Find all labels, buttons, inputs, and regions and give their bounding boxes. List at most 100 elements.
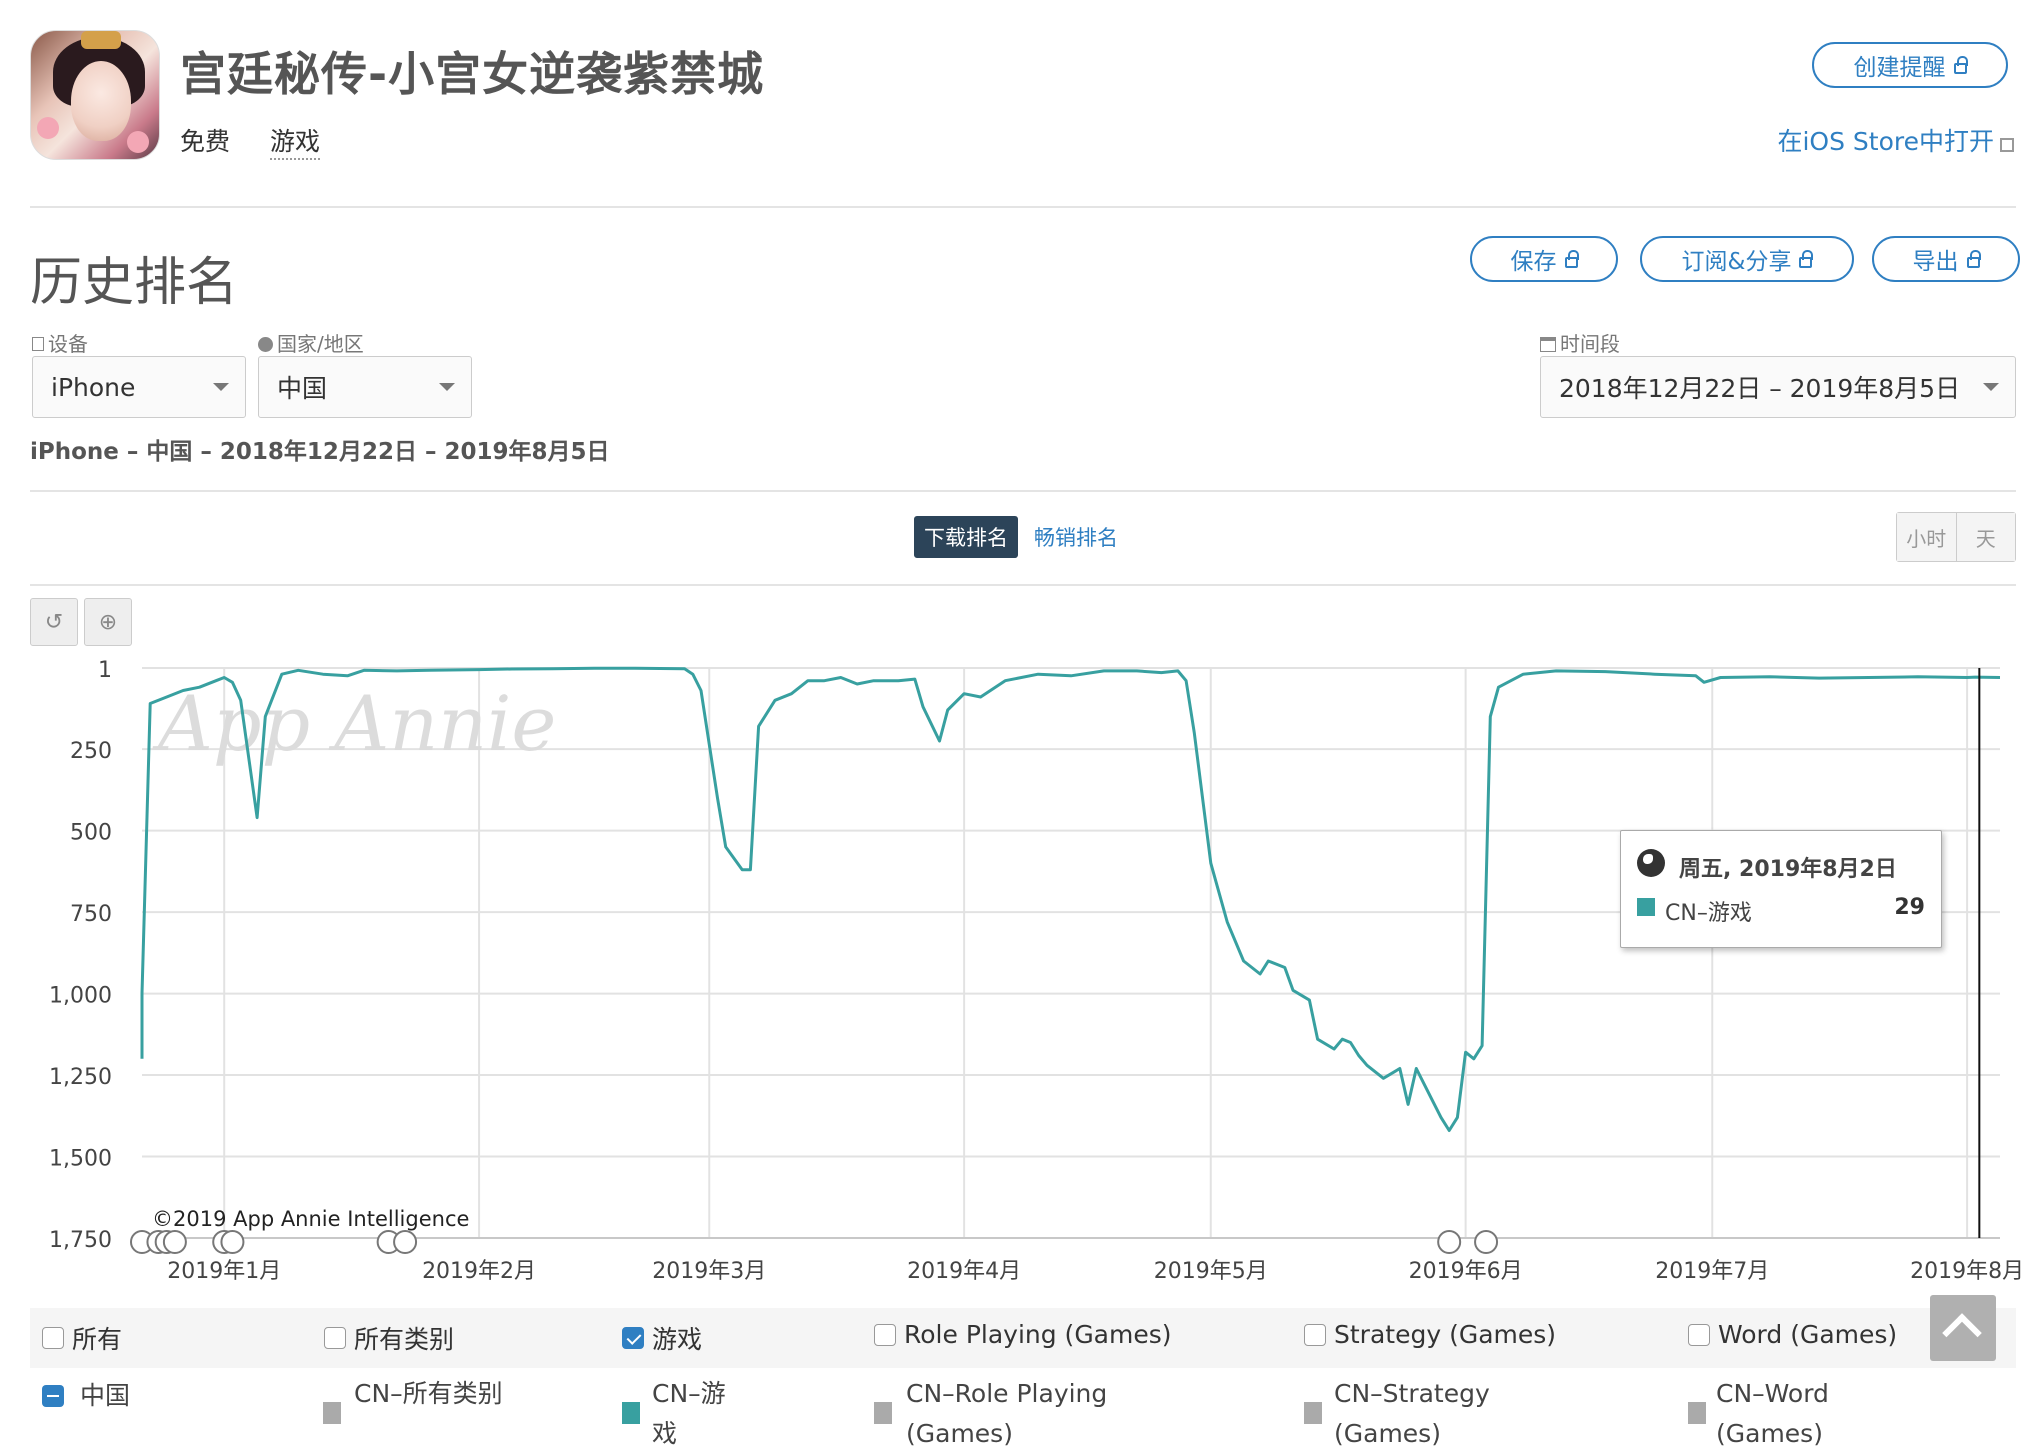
tab-download-rank[interactable]: 下载排名	[914, 516, 1018, 558]
period-value: 2018年12月22日 – 2019年8月5日	[1559, 369, 1960, 405]
calendar-icon	[1540, 337, 1556, 352]
series-cn-role-playing[interactable]: CN–Role Playing (Games)	[906, 1374, 1136, 1454]
checkbox[interactable]	[324, 1327, 346, 1349]
granularity-toggle: 小时 天	[1896, 512, 2016, 562]
legend-role-playing-label: Role Playing (Games)	[904, 1320, 1172, 1349]
x-tick-label: 2019年7月	[1655, 1259, 1769, 1284]
lock-icon	[1565, 257, 1578, 268]
app-icon-flower	[127, 131, 149, 153]
legend-games-label: 游戏	[652, 1320, 702, 1356]
chart-subtitle: iPhone – 中国 – 2018年12月22日 – 2019年8月5日	[30, 432, 609, 466]
globe-icon	[1637, 849, 1665, 877]
y-tick-label: 250	[70, 739, 112, 764]
reset-zoom-button[interactable]: ↺	[30, 598, 78, 646]
granularity-hour[interactable]: 小时	[1897, 513, 1956, 561]
y-tick-label: 1,250	[49, 1065, 112, 1090]
event-marker-icon	[221, 1231, 243, 1253]
save-label: 保存	[1511, 242, 1557, 276]
series-swatch[interactable]	[1688, 1402, 1706, 1424]
legend-country: 中国	[80, 1376, 130, 1416]
series-cn-word[interactable]: CN–Word (Games)	[1716, 1374, 1876, 1454]
country-collapse-toggle[interactable]	[42, 1385, 64, 1407]
event-marker-icon	[394, 1231, 416, 1253]
checkbox[interactable]	[874, 1324, 896, 1346]
zoom-icon: ⊕	[99, 610, 117, 635]
granularity-day[interactable]: 天	[1956, 513, 2016, 561]
y-tick-label: 1,750	[49, 1228, 112, 1253]
legend-all-label: 所有	[72, 1320, 122, 1356]
checkbox[interactable]	[1304, 1324, 1326, 1346]
zoom-button[interactable]: ⊕	[84, 598, 132, 646]
legend-all-categories[interactable]: 所有类别	[324, 1320, 454, 1356]
chevron-down-icon	[213, 383, 229, 391]
app-icon	[30, 30, 160, 160]
tooltip-value: 29	[1894, 895, 1925, 920]
lock-icon	[1954, 63, 1967, 74]
series-swatch[interactable]	[323, 1402, 341, 1424]
event-marker-icon	[1475, 1231, 1497, 1253]
device-value: iPhone	[51, 373, 135, 402]
checkbox-checked[interactable]	[622, 1327, 644, 1349]
legend-word[interactable]: Word (Games)	[1688, 1320, 1897, 1349]
series-cn-all[interactable]: CN–所有类别	[354, 1374, 504, 1414]
globe-icon	[258, 337, 273, 352]
x-tick-label: 2019年5月	[1154, 1259, 1268, 1284]
tooltip-date: 周五, 2019年8月2日	[1679, 851, 1897, 883]
legend-strategy-label: Strategy (Games)	[1334, 1320, 1556, 1349]
lock-icon	[1967, 257, 1980, 268]
series-cn-strategy[interactable]: CN–Strategy (Games)	[1334, 1374, 1534, 1454]
app-category-link[interactable]: 游戏	[270, 122, 320, 160]
legend-all[interactable]: 所有	[42, 1320, 122, 1356]
reset-icon: ↺	[45, 610, 63, 635]
watermark: App Annie	[152, 679, 556, 768]
lock-icon	[1799, 257, 1812, 268]
app-title: 宫廷秘传-小宫女逆袭紫禁城	[180, 38, 764, 104]
y-tick-label: 1,000	[49, 984, 112, 1009]
device-select[interactable]: iPhone	[32, 356, 246, 418]
open-in-store-link[interactable]: 在iOS Store中打开	[1777, 122, 2014, 158]
y-tick-label: 1,500	[49, 1147, 112, 1172]
x-tick-label: 2019年2月	[422, 1259, 536, 1284]
filters-divider	[30, 490, 2016, 492]
header-divider	[30, 206, 2016, 208]
create-alert-button[interactable]: 创建提醒	[1812, 42, 2008, 88]
legend-role-playing[interactable]: Role Playing (Games)	[874, 1320, 1172, 1349]
open-in-store-label: 在iOS Store中打开	[1777, 127, 1994, 156]
legend-strategy[interactable]: Strategy (Games)	[1304, 1320, 1556, 1349]
tooltip-series-swatch	[1637, 898, 1655, 916]
y-tick-label: 1	[98, 658, 112, 683]
event-marker-icon	[164, 1231, 186, 1253]
period-select[interactable]: 2018年12月22日 – 2019年8月5日	[1540, 356, 2016, 418]
legend-word-label: Word (Games)	[1718, 1320, 1897, 1349]
country-value: 中国	[277, 369, 327, 405]
period-label-text: 时间段	[1560, 332, 1620, 356]
chart-tooltip: 周五, 2019年8月2日 CN–游戏 29	[1620, 830, 1942, 948]
app-price: 免费	[180, 122, 230, 158]
legend-all-categories-label: 所有类别	[354, 1320, 454, 1356]
legend-games[interactable]: 游戏	[622, 1320, 702, 1356]
x-tick-label: 2019年6月	[1409, 1259, 1523, 1284]
create-alert-label: 创建提醒	[1854, 48, 1946, 82]
x-tick-label: 2019年8月	[1910, 1259, 2024, 1284]
x-tick-label: 2019年4月	[907, 1259, 1021, 1284]
subscribe-share-label: 订阅&分享	[1682, 242, 1792, 276]
series-swatch[interactable]	[622, 1402, 640, 1424]
scroll-to-top-button[interactable]	[1930, 1295, 1996, 1361]
y-tick-label: 500	[70, 821, 112, 846]
external-link-icon	[2000, 138, 2014, 152]
series-swatch[interactable]	[874, 1402, 892, 1424]
tab-grossing-rank[interactable]: 畅销排名	[1024, 516, 1128, 558]
checkbox[interactable]	[1688, 1324, 1710, 1346]
copyright-text: ©2019 App Annie Intelligence	[152, 1207, 469, 1231]
subscribe-share-button[interactable]: 订阅&分享	[1640, 236, 1854, 282]
export-button[interactable]: 导出	[1872, 236, 2020, 282]
series-cn-games[interactable]: CN–游戏	[652, 1374, 742, 1454]
save-button[interactable]: 保存	[1470, 236, 1618, 282]
checkbox[interactable]	[42, 1327, 64, 1349]
app-icon-face	[71, 61, 131, 141]
x-tick-label: 2019年3月	[652, 1259, 766, 1284]
series-swatch[interactable]	[1304, 1402, 1322, 1424]
country-select[interactable]: 中国	[258, 356, 472, 418]
chevron-down-icon	[439, 383, 455, 391]
app-icon-ornament	[81, 31, 121, 49]
